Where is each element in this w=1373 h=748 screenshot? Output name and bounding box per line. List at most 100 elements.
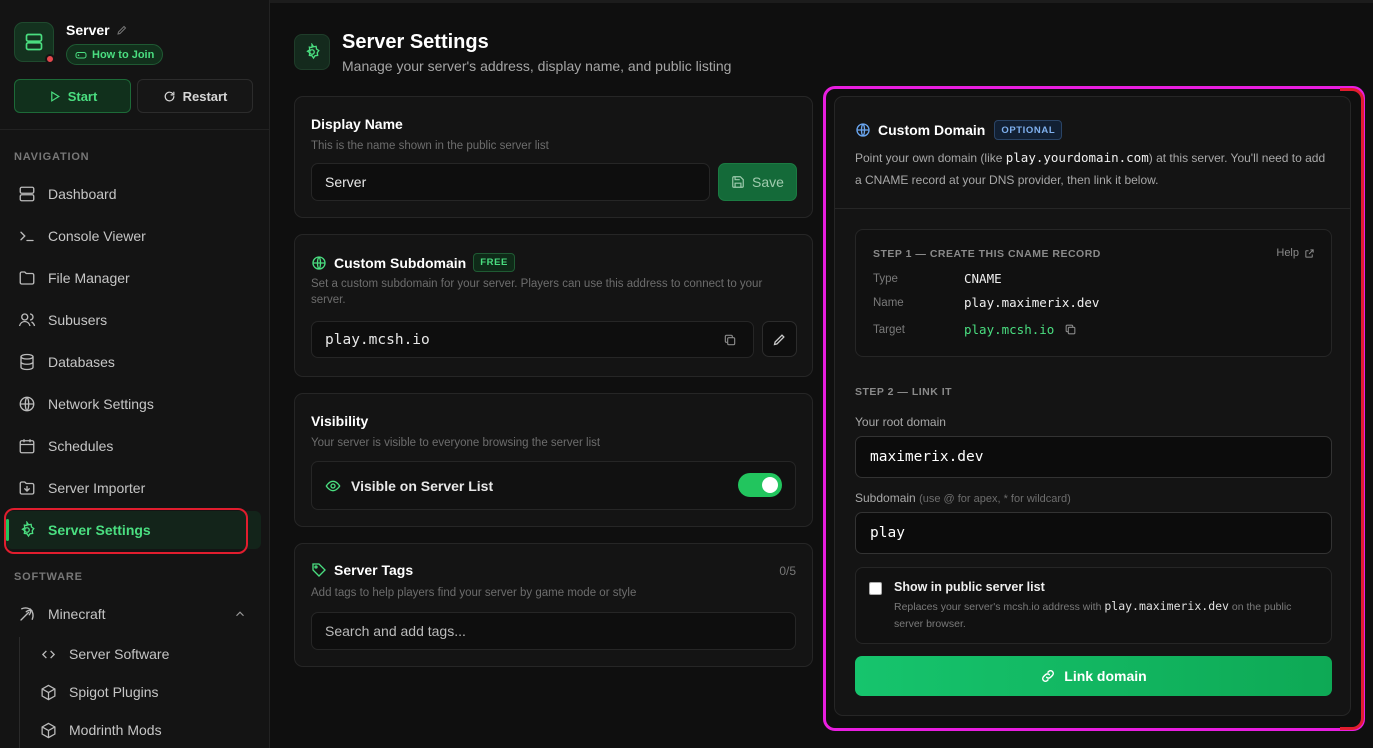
optional-badge: OPTIONAL: [994, 120, 1063, 140]
page-gear-icon: [294, 34, 330, 70]
users-icon: [18, 313, 36, 327]
custom-subdomain-title: Custom Subdomain FREE: [311, 253, 515, 272]
copy-icon[interactable]: [723, 333, 737, 347]
import-icon: [19, 481, 35, 495]
custom-domain-divider: [835, 208, 1350, 209]
show-public-checkbox[interactable]: [869, 582, 882, 595]
custom-domain-description: Point your own domain (like play.yourdom…: [855, 150, 1326, 187]
visibility-title: Visibility: [311, 413, 369, 429]
sidebar-item-console-viewer[interactable]: Console Viewer: [6, 217, 261, 255]
sidebar-item-schedules[interactable]: Schedules: [6, 427, 261, 465]
server-icon: [19, 186, 35, 202]
save-button[interactable]: Save: [718, 163, 797, 201]
server-tags-title: Server Tags: [311, 562, 413, 578]
display-name-description: This is the name shown in the public ser…: [311, 140, 549, 152]
server-status-dot: [45, 54, 55, 64]
type-value: CNAME: [964, 271, 1002, 286]
sidebar-item-modrinth-mods[interactable]: Modrinth Mods: [40, 713, 260, 747]
globe-icon: [19, 396, 35, 412]
show-public-description: Replaces your server's mcsh.io address w…: [894, 599, 1292, 630]
cube-icon: [41, 684, 56, 700]
folder-icon: [19, 271, 35, 285]
edit-name-pencil-icon[interactable]: [116, 24, 128, 36]
server-tags-card: Server Tags 0/5 Add tags to help players…: [294, 543, 813, 667]
tags-search-input[interactable]: Search and add tags...: [311, 612, 796, 650]
chevron-up-icon: [236, 611, 244, 617]
sidebar-item-server-importer[interactable]: Server Importer: [6, 469, 261, 507]
show-public-label: Show in public server list: [894, 580, 1045, 594]
display-name-title: Display Name: [311, 116, 403, 132]
terminal-icon: [20, 231, 34, 242]
code-icon: [41, 650, 56, 658]
eye-icon: [325, 480, 341, 491]
visibility-card: Visibility Your server is visible to eve…: [294, 393, 813, 527]
help-link[interactable]: Help: [1276, 247, 1315, 259]
tags-count: 0/5: [779, 564, 796, 578]
public-listing-option: Show in public server list Replaces your…: [855, 567, 1332, 644]
pickaxe-icon: [20, 607, 34, 621]
software-section-label: SOFTWARE: [14, 571, 83, 583]
subdomain-field: play.mcsh.io: [311, 321, 754, 358]
copy-icon[interactable]: [1064, 323, 1077, 336]
sidebar-item-server-software[interactable]: Server Software: [40, 637, 260, 671]
globe-icon: [856, 123, 870, 137]
submenu-rail: [19, 637, 20, 748]
sidebar-item-databases[interactable]: Databases: [6, 343, 261, 381]
globe-icon: [312, 255, 326, 270]
custom-subdomain-description: Set a custom subdomain for your server. …: [311, 278, 763, 306]
calendar-icon: [19, 439, 35, 454]
visible-on-server-list-row: Visible on Server List: [311, 461, 796, 510]
custom-subdomain-card: Custom Subdomain FREE Set a custom subdo…: [294, 234, 813, 377]
sidebar-group-minecraft[interactable]: Minecraft: [6, 595, 261, 633]
sidebar-item-spigot-plugins[interactable]: Spigot Plugins: [40, 675, 260, 709]
start-button[interactable]: Start: [14, 79, 131, 113]
target-value: play.mcsh.io: [964, 322, 1077, 337]
save-icon: [732, 176, 744, 188]
pencil-icon: [773, 333, 785, 345]
step2-label: STEP 2 — LINK IT: [855, 386, 953, 398]
how-to-join-button[interactable]: How to Join: [66, 44, 164, 65]
gamepad-icon: [75, 51, 87, 58]
restart-button[interactable]: Restart: [137, 79, 253, 113]
free-badge: FREE: [473, 253, 515, 272]
page-subtitle: Manage your server's address, display na…: [342, 58, 732, 74]
step1-cname-box: STEP 1 — CREATE THIS CNAME RECORD Help T…: [855, 229, 1332, 357]
name-key: Name: [873, 297, 904, 309]
display-name-card: Display Name This is the name shown in t…: [294, 96, 813, 218]
subdomain-label: Subdomain (use @ for apex, * for wildcar…: [855, 491, 1071, 505]
sidebar-divider: [0, 129, 269, 130]
restart-icon: [164, 91, 175, 101]
play-icon: [50, 90, 60, 102]
server-tags-description: Add tags to help players find your serve…: [311, 587, 637, 599]
sidebar-item-server-settings[interactable]: Server Settings: [6, 511, 261, 549]
server-header: Server How to Join: [14, 22, 254, 66]
external-link-icon: [1305, 248, 1314, 258]
name-value: play.maximerix.dev: [964, 295, 1100, 310]
page-title: Server Settings: [342, 31, 489, 53]
database-icon: [20, 353, 34, 371]
cube-icon: [41, 722, 56, 738]
navigation-section-label: NAVIGATION: [14, 151, 90, 163]
root-domain-input[interactable]: maximerix.dev: [855, 436, 1332, 478]
sidebar-item-dashboard[interactable]: Dashboard: [6, 175, 261, 213]
subdomain-input[interactable]: play: [855, 512, 1332, 554]
root-domain-label: Your root domain: [855, 415, 946, 429]
link-domain-button[interactable]: Link domain: [855, 656, 1332, 696]
display-name-input[interactable]: Server: [311, 163, 710, 201]
edit-subdomain-button[interactable]: [762, 321, 797, 357]
custom-domain-card: Custom Domain OPTIONAL Point your own do…: [834, 96, 1351, 716]
type-key: Type: [873, 273, 898, 285]
sidebar-item-file-manager[interactable]: File Manager: [6, 259, 261, 297]
sidebar-item-network-settings[interactable]: Network Settings: [6, 385, 261, 423]
link-icon: [1042, 670, 1055, 682]
custom-domain-title: Custom Domain OPTIONAL: [855, 120, 1063, 140]
visibility-toggle[interactable]: [738, 473, 782, 497]
tag-icon: [312, 563, 326, 577]
step1-label: STEP 1 — CREATE THIS CNAME RECORD: [873, 248, 1101, 260]
visibility-description: Your server is visible to everyone brows…: [311, 437, 601, 449]
sidebar-item-subusers[interactable]: Subusers: [6, 301, 261, 339]
target-key: Target: [873, 324, 905, 336]
sidebar: Server How to Join Start Restart NAVIGAT…: [0, 0, 270, 748]
server-name: Server: [66, 22, 128, 38]
gear-icon: [21, 521, 35, 538]
